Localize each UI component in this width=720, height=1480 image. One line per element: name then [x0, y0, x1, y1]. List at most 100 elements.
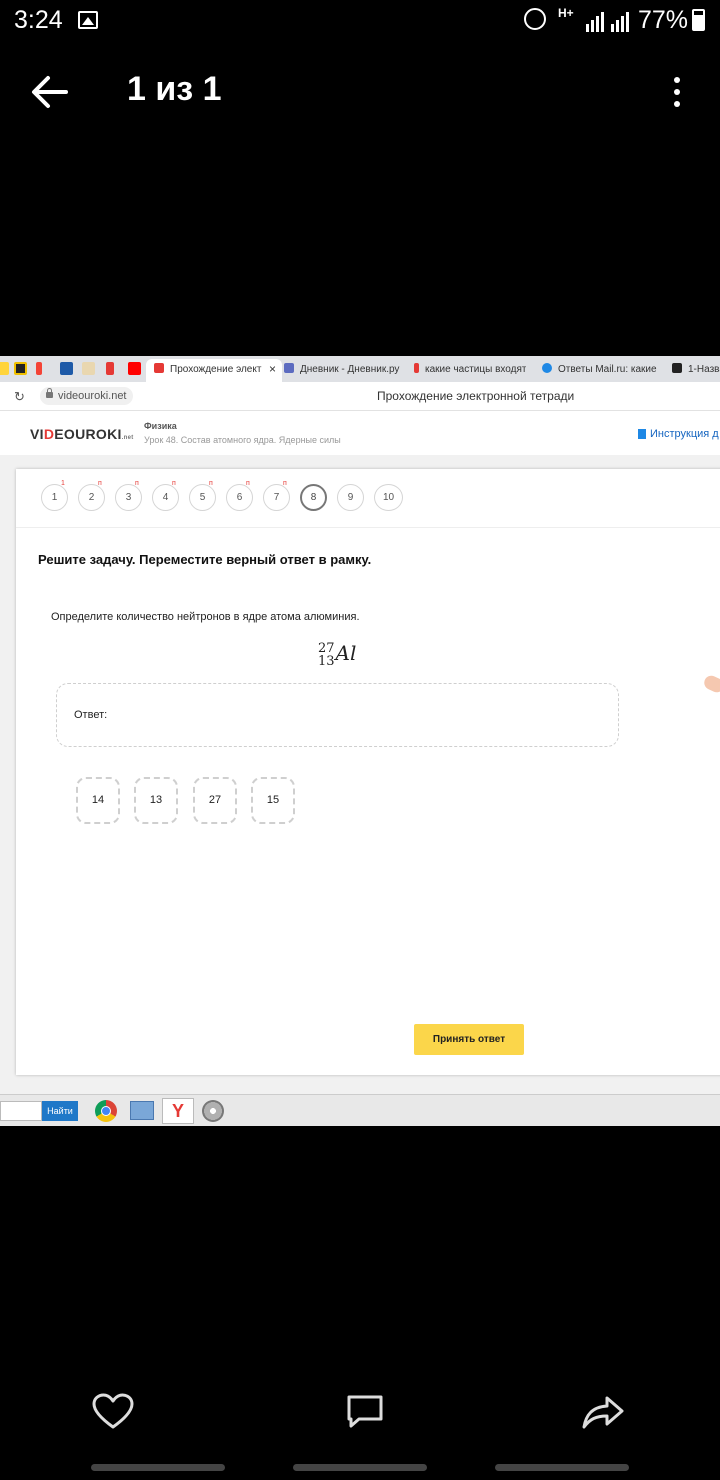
tab-label: 1-Назва [688, 364, 720, 375]
site-logo[interactable]: VIDEOUROKI.net [30, 426, 134, 442]
question-mark: 1 [61, 480, 65, 487]
question-8-button[interactable]: 8 [300, 484, 327, 511]
tab-favicon [672, 363, 682, 374]
address-bar: ↻ videouroki.net Прохождение электронной… [0, 382, 720, 411]
answer-option[interactable]: 15 [251, 777, 295, 824]
logo-prefix: VI [30, 426, 44, 442]
question-number: 1 [51, 492, 58, 503]
tab-label: Прохождение элект [170, 364, 262, 375]
network-icon[interactable] [130, 1101, 154, 1120]
lock-icon [46, 388, 53, 398]
tab[interactable]: Дневник - Дневник.ру [284, 359, 402, 382]
tab[interactable]: какие частицы входят [414, 359, 526, 382]
tab-favicon [284, 363, 294, 374]
pinned-tab[interactable] [36, 362, 42, 375]
question-text: Определите количество нейтронов в ядре а… [51, 611, 360, 623]
taskbar-search-button[interactable]: Найти [42, 1101, 78, 1121]
element-symbol: Al [335, 641, 357, 665]
windows-taskbar: Найти Y [0, 1094, 720, 1126]
lesson-title: Урок 48. Состав атомного ядра. Ядерные с… [144, 435, 341, 445]
question-mark: п [135, 480, 139, 487]
reload-icon[interactable]: ↻ [14, 389, 25, 405]
nav-indicator [495, 1464, 629, 1471]
nucleon-numbers: 27 13 [318, 642, 335, 668]
status-bar: 3:24 H+ 77% [0, 0, 720, 44]
pinned-tab[interactable] [0, 362, 9, 375]
answer-option[interactable]: 14 [76, 777, 120, 824]
instruction-link[interactable]: Инструкция д [638, 428, 719, 440]
task-instruction: Решите задачу. Переместите верный ответ … [38, 552, 372, 567]
question-3-button[interactable]: 3п [115, 480, 142, 511]
share-icon[interactable] [581, 1392, 625, 1432]
submit-answer-button[interactable]: Принять ответ [414, 1024, 524, 1055]
disc-icon[interactable] [202, 1100, 224, 1122]
yandex-icon[interactable]: Y [162, 1098, 194, 1124]
tab-label: Ответы Mail.ru: какие [558, 364, 657, 375]
question-number: 6 [236, 492, 243, 503]
question-number: 5 [199, 492, 206, 503]
tab-favicon [154, 363, 164, 374]
tab-active[interactable]: Прохождение элект × [146, 359, 282, 382]
pinned-tab[interactable] [106, 362, 114, 375]
question-number: 8 [310, 492, 317, 503]
viewer-title: 1 из 1 [127, 70, 222, 108]
question-navigation: 11 2п 3п 4п 5п 6п 7п 8 9 10 [16, 469, 720, 528]
site-header: VIDEOUROKI.net Физика Урок 48. Состав ат… [0, 411, 720, 455]
pinned-tab[interactable] [14, 362, 27, 375]
more-options-icon[interactable] [668, 74, 686, 110]
url-text: videouroki.net [58, 390, 127, 402]
gallery-icon [78, 11, 98, 29]
quiz-card: 11 2п 3п 4п 5п 6п 7п 8 9 10 Решите задач… [16, 469, 720, 1075]
question-7-button[interactable]: 7п [263, 480, 290, 511]
instruction-link-text: Инструкция д [650, 428, 719, 440]
network-type-icon: H+ [558, 6, 574, 20]
nav-indicator [293, 1464, 427, 1471]
pinned-tab[interactable] [82, 362, 95, 375]
question-4-button[interactable]: 4п [152, 480, 179, 511]
question-10-button[interactable]: 10 [374, 484, 403, 511]
answer-option[interactable]: 27 [193, 777, 237, 824]
tab-label: какие частицы входят [425, 364, 526, 375]
url-field[interactable]: videouroki.net [40, 387, 133, 405]
question-number: 3 [125, 492, 132, 503]
question-mark: п [246, 480, 250, 487]
answer-drop-zone[interactable]: Ответ: [56, 683, 619, 747]
question-number: 7 [273, 492, 280, 503]
answer-label: Ответ: [74, 709, 108, 721]
back-arrow-icon[interactable] [30, 74, 68, 110]
question-9-button[interactable]: 9 [337, 484, 364, 511]
tab-label: Дневник - Дневник.ру [300, 364, 400, 375]
logo-tld: .net [121, 435, 134, 441]
alarm-icon [524, 8, 546, 30]
nav-indicator [91, 1464, 225, 1471]
question-5-button[interactable]: 5п [189, 480, 216, 511]
status-time: 3:24 [14, 6, 63, 34]
subject-label: Физика [144, 421, 177, 431]
chrome-icon[interactable] [95, 1100, 117, 1122]
tab[interactable]: 1-Назва [672, 359, 720, 382]
page-title: Прохождение электронной тетради [377, 389, 575, 403]
taskbar-search-input[interactable] [0, 1101, 42, 1121]
tab-close-icon[interactable]: × [269, 359, 276, 380]
question-mark: п [172, 480, 176, 487]
tab-favicon [414, 363, 419, 374]
question-number: 10 [382, 492, 395, 503]
battery-percent: 77% [638, 6, 689, 34]
pinned-tab[interactable] [60, 362, 73, 375]
tab-favicon [542, 363, 552, 374]
heart-icon[interactable] [91, 1392, 135, 1432]
answer-option[interactable]: 13 [134, 777, 178, 824]
tab[interactable]: Ответы Mail.ru: какие [542, 359, 658, 382]
comment-icon[interactable] [343, 1392, 387, 1432]
browser-tab-bar: Прохождение элект × Дневник - Дневник.ру… [0, 356, 720, 382]
logo-accent: D [43, 426, 55, 442]
question-number: 4 [162, 492, 169, 503]
question-1-button[interactable]: 11 [41, 480, 68, 511]
question-6-button[interactable]: 6п [226, 480, 253, 511]
isotope-formula: 27 13Al [318, 641, 356, 668]
document-icon [638, 429, 646, 440]
pinned-tab[interactable] [128, 362, 141, 375]
question-number: 2 [88, 492, 95, 503]
question-2-button[interactable]: 2п [78, 480, 105, 511]
screenshot-image: Прохождение элект × Дневник - Дневник.ру… [0, 356, 720, 1126]
